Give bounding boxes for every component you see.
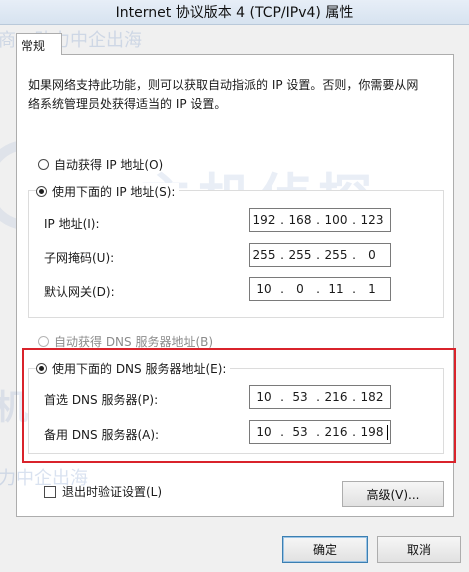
- radio-button[interactable]: [38, 336, 49, 347]
- octet: 192: [252, 213, 276, 227]
- ip-address-label: IP 地址(I):: [44, 217, 100, 231]
- octet: 11: [328, 282, 344, 296]
- octet: 255: [324, 248, 348, 262]
- ip-address-input[interactable]: 192. 168. 100. 123: [249, 208, 391, 232]
- subnet-mask-input[interactable]: 255. 255. 255. 0: [249, 243, 391, 267]
- octet: 0: [368, 248, 376, 262]
- octet: 100: [324, 213, 348, 227]
- description-text: 如果网络支持此功能，则可以获取自动指派的 IP 设置。否则，你需要从网 络系统管…: [28, 76, 438, 114]
- octet: 168: [288, 213, 312, 227]
- subnet-mask-label: 子网掩码(U):: [44, 251, 115, 265]
- ip-manual-radio[interactable]: 使用下面的 IP 地址(S):: [36, 183, 180, 200]
- validate-on-exit-checkbox[interactable]: 退出时验证设置(L): [44, 483, 162, 500]
- advanced-button[interactable]: 高级(V)...: [342, 481, 444, 507]
- octet: 123: [360, 213, 384, 227]
- ok-button[interactable]: 确定: [282, 536, 368, 563]
- window-title: Internet 协议版本 4 (TCP/IPv4) 属性: [115, 5, 354, 21]
- octet: 0: [296, 282, 304, 296]
- gateway-input[interactable]: 10. 0. 11. 1: [249, 277, 391, 301]
- radio-button[interactable]: [36, 186, 47, 197]
- description-line: 络系统管理员处获得适当的 IP 设置。: [28, 97, 227, 111]
- tab-general[interactable]: 常规: [16, 33, 62, 55]
- octet: 10: [256, 282, 272, 296]
- octet: 255: [288, 248, 312, 262]
- radio-button[interactable]: [38, 159, 49, 170]
- ip-auto-radio[interactable]: 自动获得 IP 地址(O): [38, 156, 163, 173]
- ip-manual-label: 使用下面的 IP 地址(S):: [52, 185, 176, 199]
- cancel-button[interactable]: 取消: [377, 536, 461, 563]
- ip-auto-label: 自动获得 IP 地址(O): [54, 158, 164, 172]
- octet: 1: [368, 282, 376, 296]
- validate-on-exit-label: 退出时验证设置(L): [62, 485, 163, 499]
- checkbox[interactable]: [44, 485, 56, 498]
- gateway-label: 默认网关(D):: [44, 285, 115, 299]
- highlight-box: [22, 348, 456, 463]
- octet: 255: [252, 248, 276, 262]
- title-bar: Internet 协议版本 4 (TCP/IPv4) 属性: [0, 0, 469, 25]
- description-line: 如果网络支持此功能，则可以获取自动指派的 IP 设置。否则，你需要从网: [28, 78, 419, 92]
